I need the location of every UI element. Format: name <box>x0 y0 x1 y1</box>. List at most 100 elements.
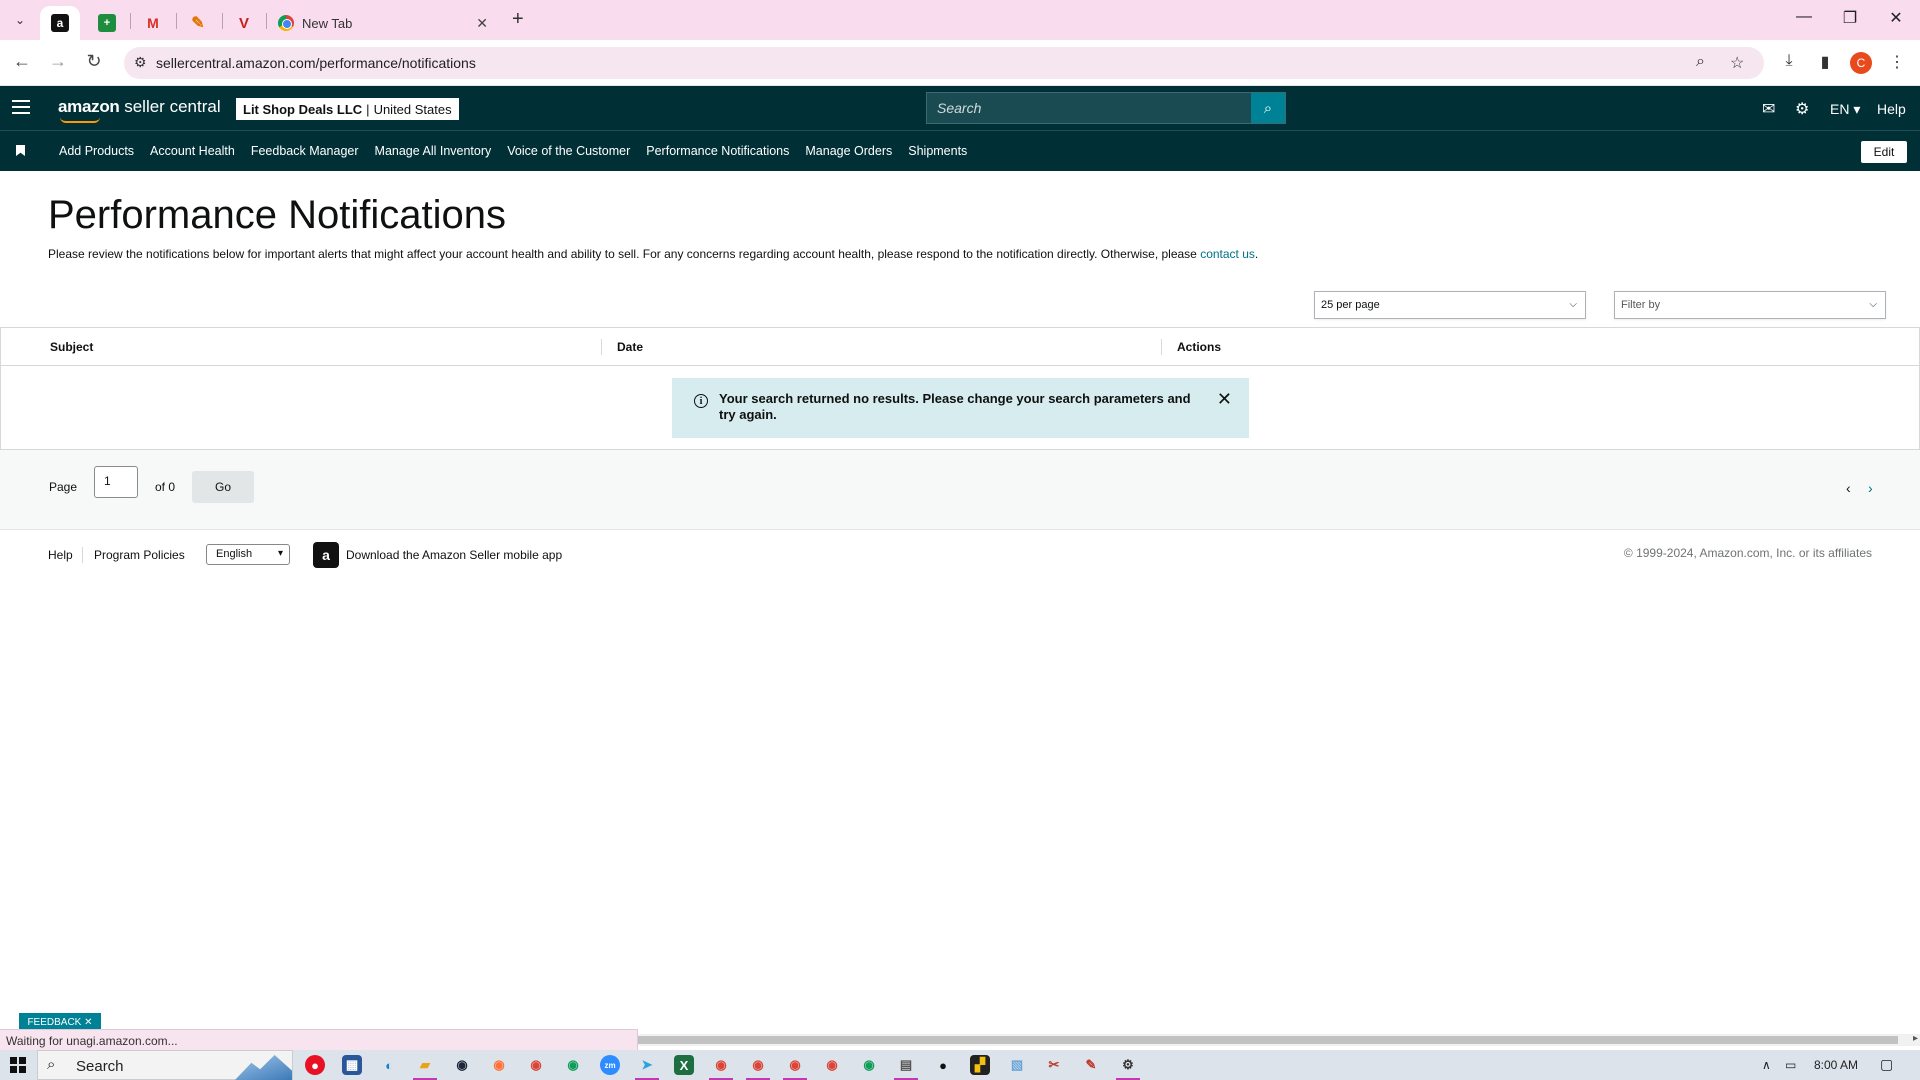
seller-app-icon[interactable]: a <box>313 542 339 568</box>
hamburger-menu-icon[interactable] <box>12 100 30 114</box>
nav-item-feedback-manager[interactable]: Feedback Manager <box>251 144 359 158</box>
go-button[interactable]: Go <box>192 471 254 503</box>
search-button[interactable]: ⌕ <box>1251 93 1285 123</box>
per-page-select[interactable]: 25 per page ⌵ <box>1314 291 1586 319</box>
nav-item-add-products[interactable]: Add Products <box>59 144 134 158</box>
seller-central-header: amazon seller central Lit Shop Deals LLC… <box>0 86 1920 130</box>
taskbar-calculator-icon[interactable]: ▤ <box>894 1055 918 1080</box>
taskbar-settings-icon[interactable]: ⚙ <box>1116 1055 1140 1080</box>
page-number-input[interactable]: 1 <box>94 466 138 498</box>
nav-item-account-health[interactable]: Account Health <box>150 144 235 158</box>
taskbar-dark-app-icon[interactable]: ● <box>933 1055 953 1075</box>
dismiss-alert-icon[interactable]: ✕ <box>1217 389 1232 410</box>
taskbar-chrome-window-icon[interactable]: ◉ <box>822 1055 842 1075</box>
bookmark-star-icon[interactable]: ☆ <box>1730 53 1744 73</box>
scroll-right-icon[interactable]: ▸ <box>1913 1033 1918 1044</box>
contact-us-link[interactable]: contact us <box>1200 247 1255 261</box>
battery-icon[interactable]: ▭ <box>1785 1058 1796 1072</box>
logo-seller-central-word: seller central <box>119 97 221 116</box>
taskbar-chrome-window-icon[interactable]: ◉ <box>783 1055 807 1080</box>
footer-help-link[interactable]: Help <box>48 548 73 562</box>
nav-item-shipments[interactable]: Shipments <box>908 144 967 158</box>
taskbar-edge-icon[interactable]: ◐ <box>379 1055 399 1075</box>
taskbar-firefox-icon[interactable]: ◉ <box>489 1055 509 1075</box>
program-policies-link[interactable]: Program Policies <box>94 548 185 562</box>
horizontal-scrollbar[interactable]: ▸ <box>638 1033 1920 1046</box>
minimize-icon[interactable]: — <box>1792 8 1816 26</box>
footer-language-select[interactable]: English ▾ <box>206 544 290 565</box>
window-close-icon[interactable]: ✕ <box>1884 8 1908 28</box>
profile-avatar[interactable]: C <box>1850 52 1872 74</box>
column-header-date[interactable]: Date <box>617 340 643 354</box>
settings-gear-icon[interactable]: ⚙ <box>1795 99 1809 119</box>
taskbar-sticky-app-icon[interactable]: ▞ <box>970 1055 990 1075</box>
address-bar[interactable]: ⚙ sellercentral.amazon.com/performance/n… <box>124 47 1764 79</box>
search-icon: ⌕ <box>47 1056 56 1073</box>
nav-item-manage-orders[interactable]: Manage Orders <box>805 144 892 158</box>
amazon-favicon-icon: a <box>51 14 69 32</box>
browser-menu-icon[interactable]: ⋮ <box>1886 52 1908 72</box>
zoom-icon[interactable]: ⌕ <box>1696 53 1705 71</box>
address-url[interactable]: sellercentral.amazon.com/performance/not… <box>156 55 476 71</box>
taskbar-snip-icon[interactable]: ✂ <box>1044 1055 1064 1075</box>
v-favicon-icon: V <box>238 14 249 32</box>
tab-amazon[interactable]: a <box>40 6 80 40</box>
mail-icon[interactable]: ✉ <box>1762 99 1775 119</box>
edit-nav-button[interactable]: Edit <box>1861 141 1907 163</box>
bookmark-icon[interactable] <box>16 145 25 156</box>
taskbar-telegram-icon[interactable]: ➤ <box>635 1055 659 1080</box>
taskbar-notes-icon[interactable]: ▧ <box>1007 1055 1027 1075</box>
no-results-alert: i Your search returned no results. Pleas… <box>672 378 1249 438</box>
notification-center-icon[interactable]: ▢ <box>1880 1056 1893 1073</box>
taskbar-paint-icon[interactable]: ✎ <box>1081 1055 1101 1075</box>
side-panel-icon[interactable]: ▮ <box>1814 52 1836 72</box>
tab-v-app[interactable]: V <box>224 6 264 40</box>
taskbar-clock[interactable]: 8:00 AM <box>1814 1058 1858 1072</box>
taskbar-steam-icon[interactable]: ◉ <box>452 1055 472 1075</box>
nav-item-performance-notifications[interactable]: Performance Notifications <box>646 144 789 158</box>
taskbar-chrome-window-icon[interactable]: ◉ <box>709 1055 733 1080</box>
reload-icon[interactable]: ↻ <box>82 51 106 72</box>
column-header-subject[interactable]: Subject <box>50 340 93 354</box>
seller-search-input[interactable] <box>927 93 1251 123</box>
new-tab-plus-icon[interactable]: + <box>512 8 524 31</box>
language-selector[interactable]: EN ▾ <box>1830 101 1860 118</box>
nav-item-voice-of-the-customer[interactable]: Voice of the Customer <box>507 144 630 158</box>
windows-start-icon[interactable] <box>10 1057 26 1073</box>
scrollbar-thumb[interactable] <box>638 1036 1898 1044</box>
feedback-close-icon[interactable]: ✕ <box>84 1017 92 1028</box>
tab-search-chevron-icon[interactable]: ⌄ <box>8 9 32 31</box>
tab-sheets[interactable]: + <box>88 6 126 40</box>
filter-select[interactable]: Filter by ⌵ <box>1614 291 1886 319</box>
taskbar-chrome-window-icon[interactable]: ◉ <box>859 1055 879 1075</box>
tray-overflow-chevron-icon[interactable]: ∧ <box>1762 1058 1771 1072</box>
page-title: Performance Notifications <box>48 193 506 237</box>
downloads-icon[interactable]: ⤓ <box>1778 52 1800 70</box>
next-page-icon[interactable]: › <box>1868 480 1873 496</box>
seller-central-logo[interactable]: amazon seller central <box>58 97 221 123</box>
taskbar-store-icon[interactable]: ▦ <box>342 1055 362 1075</box>
forward-arrow-icon[interactable]: → <box>46 51 70 72</box>
restore-icon[interactable]: ❐ <box>1838 8 1862 28</box>
site-info-icon[interactable]: ⚙ <box>134 54 147 71</box>
tab-separator <box>222 13 223 29</box>
tab-pencil-app[interactable]: ✎ <box>178 6 218 40</box>
taskbar-excel-icon[interactable]: X <box>674 1055 694 1075</box>
nav-item-manage-all-inventory[interactable]: Manage All Inventory <box>375 144 492 158</box>
taskbar-chrome-window-icon[interactable]: ◉ <box>746 1055 770 1080</box>
taskbar-red-app-icon[interactable]: ● <box>305 1055 325 1075</box>
previous-page-icon[interactable]: ‹ <box>1846 480 1851 496</box>
back-arrow-icon[interactable]: ← <box>10 51 34 72</box>
sheets-favicon-icon: + <box>98 14 116 32</box>
taskbar-file-explorer-icon[interactable]: ▰ <box>413 1055 437 1080</box>
header-help-link[interactable]: Help <box>1877 101 1906 117</box>
close-tab-icon[interactable]: ✕ <box>476 15 488 32</box>
download-app-link[interactable]: Download the Amazon Seller mobile app <box>346 548 562 562</box>
taskbar-chrome-profile-icon[interactable]: ◉ <box>563 1055 583 1075</box>
account-switcher[interactable]: Lit Shop Deals LLC | United States <box>236 98 459 120</box>
taskbar-chrome-icon[interactable]: ◉ <box>526 1055 546 1075</box>
tab-new-tab[interactable]: New Tab ✕ <box>266 6 500 40</box>
tab-gmail[interactable]: M <box>134 6 172 40</box>
taskbar-search[interactable]: ⌕ Search <box>37 1050 293 1080</box>
taskbar-zoom-icon[interactable]: zm <box>600 1055 620 1075</box>
